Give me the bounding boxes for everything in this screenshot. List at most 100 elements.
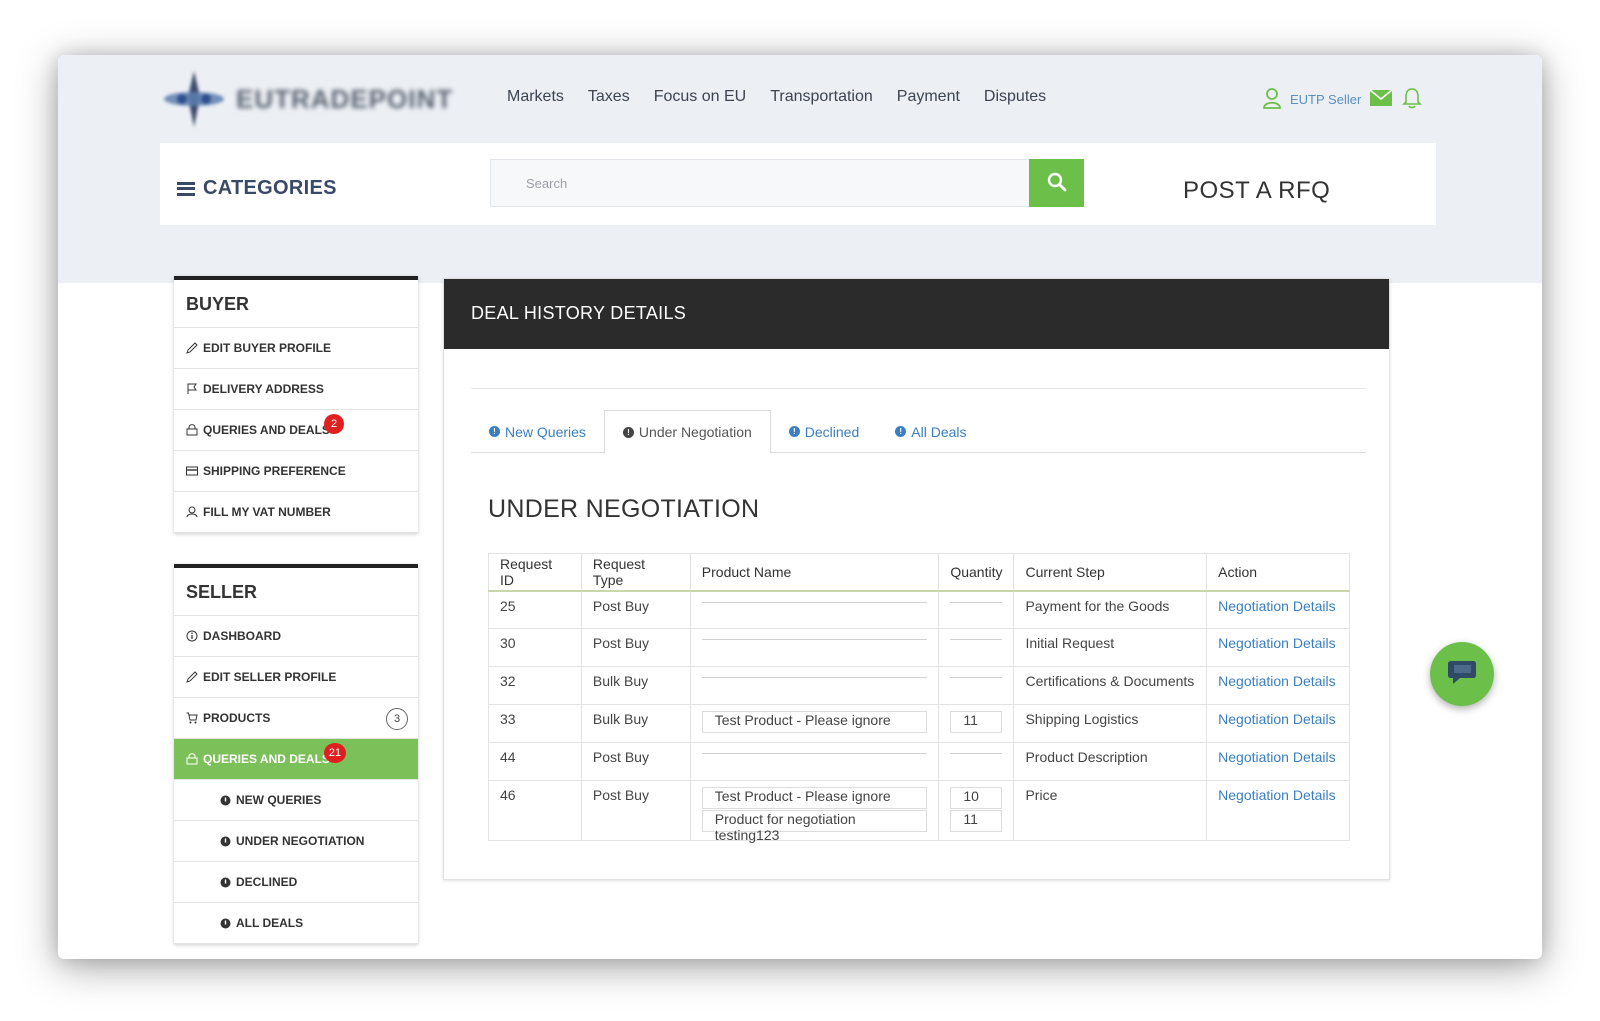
request-id: 46 — [488, 780, 582, 841]
table-row: 33 Bulk Buy Test Product - Please ignore… — [488, 704, 1350, 743]
bell-icon[interactable] — [1401, 87, 1423, 112]
search-icon — [1046, 171, 1068, 196]
nav-payment[interactable]: Payment — [897, 88, 960, 106]
tab-all-deals[interactable]: ! All Deals — [877, 410, 984, 453]
quantity-cell — [938, 590, 1015, 629]
negotiation-details-link[interactable]: Negotiation Details — [1218, 711, 1336, 727]
current-step: Shipping Logistics — [1013, 704, 1208, 743]
action-cell: Negotiation Details — [1206, 590, 1350, 629]
cart-icon — [186, 712, 198, 724]
sidebar-item-label: NEW QUERIES — [236, 793, 322, 807]
quantity-field — [950, 753, 1003, 757]
quantity-cell: 11 — [938, 704, 1015, 743]
search-input[interactable] — [490, 159, 1030, 207]
user-area: EUTP Seller — [1262, 87, 1423, 112]
nav-markets[interactable]: Markets — [507, 88, 564, 106]
col-product-name: Product Name — [689, 553, 940, 592]
nav-taxes[interactable]: Taxes — [588, 88, 630, 106]
quantity-field: 11 — [950, 810, 1003, 832]
sidebar-item-delivery-address[interactable]: DELIVERY ADDRESS — [174, 369, 418, 410]
seller-panel: SELLER DASHBOARD EDIT SELLER PROFILE PRO… — [174, 564, 418, 944]
table-row: 44 Post Buy Product Description Negotiat… — [488, 742, 1350, 781]
table-row: 32 Bulk Buy Certifications & Documents N… — [488, 666, 1350, 705]
sidebar-item-shipping-preference[interactable]: SHIPPING PREFERENCE — [174, 451, 418, 492]
dot-icon — [219, 836, 231, 847]
card-icon — [186, 466, 198, 476]
quantity-cell — [938, 628, 1015, 667]
sidebar-item-edit-seller-profile[interactable]: EDIT SELLER PROFILE — [174, 657, 418, 698]
tab-under-negotiation[interactable]: ! Under Negotiation — [603, 410, 771, 454]
nav-focus-on-eu[interactable]: Focus on EU — [654, 88, 746, 106]
info-dot-icon: ! — [622, 426, 634, 438]
quantity-cell — [938, 666, 1015, 705]
product-name-field — [701, 601, 928, 606]
nav-disputes[interactable]: Disputes — [984, 88, 1046, 106]
tab-declined[interactable]: ! Declined — [771, 410, 877, 453]
quantity-field — [950, 677, 1003, 681]
current-step: Certifications & Documents — [1013, 666, 1208, 705]
sidebar-item-label: EDIT BUYER PROFILE — [203, 341, 332, 355]
table-header-row: Request ID Request Type Product Name Qua… — [488, 553, 1350, 592]
negotiation-details-link[interactable]: Negotiation Details — [1218, 787, 1336, 803]
sidebar-item-edit-buyer-profile[interactable]: EDIT BUYER PROFILE — [174, 328, 418, 369]
logo-mark-icon — [162, 69, 232, 129]
sidebar-item-label: DELIVERY ADDRESS — [203, 382, 324, 396]
bag-icon — [186, 753, 198, 765]
request-type: Bulk Buy — [580, 704, 691, 743]
col-quantity: Quantity — [938, 553, 1015, 592]
product-name-cell: Test Product - Please ignore — [689, 704, 940, 743]
quantity-cell — [938, 742, 1015, 781]
sidebar-item-under-negotiation[interactable]: UNDER NEGOTIATION — [174, 821, 418, 862]
search-button[interactable] — [1029, 159, 1084, 207]
dot-icon — [219, 918, 231, 929]
negotiation-details-link[interactable]: Negotiation Details — [1218, 673, 1336, 689]
info-dot-icon: ! — [895, 426, 907, 437]
user-icon — [186, 506, 198, 518]
post-rfq-button[interactable]: POST A RFQ — [1183, 177, 1330, 205]
nav-transportation[interactable]: Transportation — [770, 88, 873, 106]
tab-label: New Queries — [505, 423, 586, 440]
deal-tabs: ! New Queries ! Under Negotiation ! Decl… — [471, 410, 1366, 454]
main-nav: Markets Taxes Focus on EU Transportation… — [507, 88, 1046, 106]
mail-icon[interactable] — [1369, 89, 1393, 110]
sidebar-item-all-deals[interactable]: ALL DEALS — [174, 903, 418, 944]
sidebar-item-buyer-queries-and-deals[interactable]: QUERIES AND DEALS 2 — [174, 410, 418, 451]
dot-icon — [219, 877, 231, 888]
product-name-field — [701, 753, 928, 757]
quantity-field — [950, 639, 1003, 643]
product-name-field: Product for negotiation testing123 — [701, 810, 928, 843]
action-cell: Negotiation Details — [1206, 780, 1350, 841]
negotiation-details-link[interactable]: Negotiation Details — [1218, 749, 1336, 765]
sidebar-item-new-queries[interactable]: NEW QUERIES — [174, 780, 418, 821]
divider — [471, 388, 1366, 389]
sidebar-item-products[interactable]: PRODUCTS 3 — [174, 698, 418, 739]
panel-header: DEAL HISTORY DETAILS — [444, 279, 1389, 349]
table-row: 46 Post Buy Test Product - Please ignore… — [488, 780, 1350, 843]
action-cell: Negotiation Details — [1206, 704, 1350, 743]
info-dot-icon: ! — [489, 426, 500, 437]
current-step: Payment for the Goods — [1013, 590, 1208, 629]
chat-bubble-icon — [1445, 657, 1479, 692]
request-id: 25 — [488, 590, 582, 629]
sidebar-item-seller-queries-and-deals[interactable]: QUERIES AND DEALS 21 — [174, 739, 418, 780]
categories-menu[interactable]: CATEGORIES — [177, 177, 337, 200]
sidebar-item-label: QUERIES AND DEALS — [203, 752, 330, 766]
sidebar-item-declined[interactable]: DECLINED — [174, 862, 418, 903]
sidebar-item-fill-vat-number[interactable]: FILL MY VAT NUMBER — [174, 492, 418, 533]
chat-button[interactable] — [1430, 642, 1494, 706]
tab-label: Declined — [804, 423, 860, 440]
product-name-cell — [689, 742, 940, 781]
sidebar-item-label: PRODUCTS — [203, 711, 271, 725]
info-dot-icon: ! — [788, 426, 800, 437]
sidebar-item-label: UNDER NEGOTIATION — [236, 834, 365, 848]
user-icon[interactable] — [1262, 87, 1282, 112]
sidebar-item-dashboard[interactable]: DASHBOARD — [174, 616, 418, 657]
negotiation-details-link[interactable]: Negotiation Details — [1218, 635, 1336, 651]
site-logo[interactable]: EUTRADEPOINT — [162, 67, 452, 131]
user-label[interactable]: EUTP Seller — [1290, 92, 1361, 107]
tab-new-queries[interactable]: ! New Queries — [471, 410, 604, 453]
negotiation-details-link[interactable]: Negotiation Details — [1218, 598, 1336, 614]
table-row: 25 Post Buy Payment for the Goods Negoti… — [488, 590, 1350, 629]
request-type: Post Buy — [580, 628, 691, 667]
sidebar-item-label: QUERIES AND DEALS — [203, 423, 330, 437]
